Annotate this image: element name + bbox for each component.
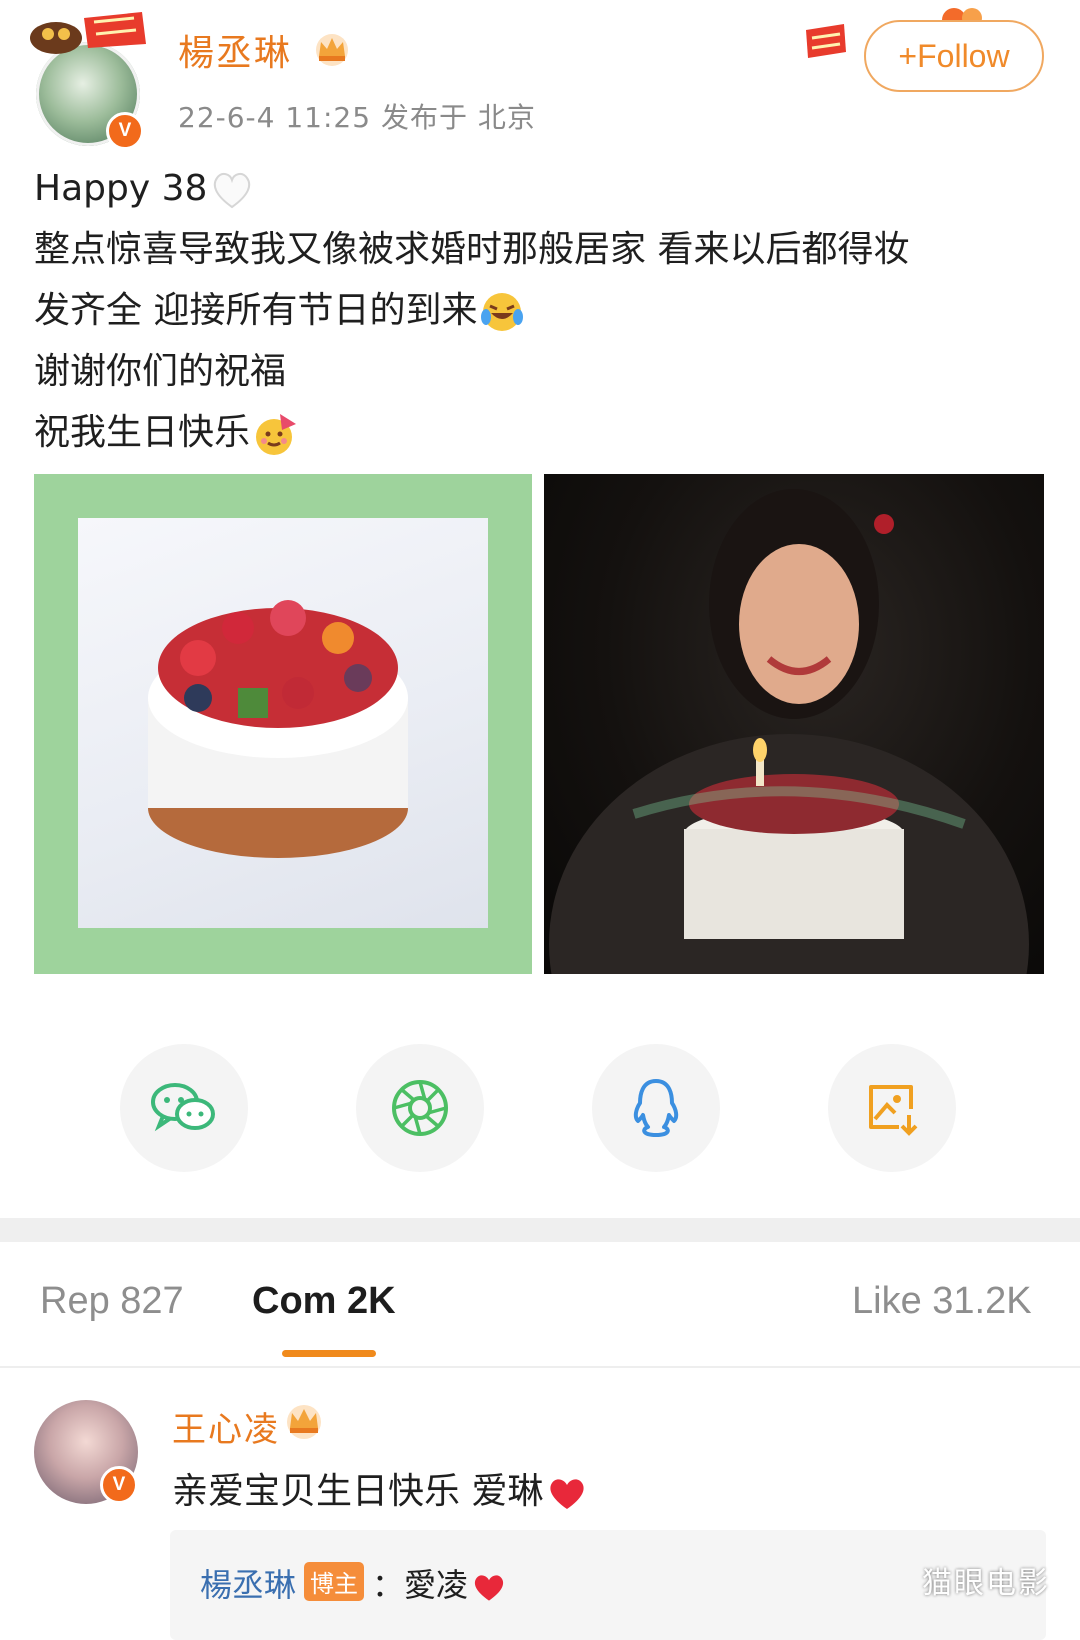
post-text: Happy 38 整点惊喜导致我又像被求婚时那般居家 看来以后都得妆 发齐全 迎… xyxy=(34,158,1054,463)
verified-badge: V xyxy=(100,1466,138,1504)
share-moments-button[interactable] xyxy=(356,1044,484,1172)
post-image-portrait[interactable] xyxy=(544,474,1044,974)
avatar-frame-decoration-icon xyxy=(30,12,146,54)
post-image-cake[interactable] xyxy=(34,474,532,974)
tab-comment[interactable]: Com 2K xyxy=(252,1280,396,1323)
reply-text: 愛凌 xyxy=(404,1566,469,1604)
commenter-avatar[interactable]: V xyxy=(34,1400,138,1504)
red-heart-icon xyxy=(474,1575,504,1601)
cake-illustration-icon xyxy=(148,600,408,858)
comment-text: 亲爱宝贝生日快乐 爱琳 xyxy=(172,1462,589,1514)
white-heart-icon xyxy=(214,172,251,209)
reply-author-name[interactable]: 楊丞琳 xyxy=(200,1566,296,1604)
reply-preview[interactable]: 楊丞琳 博主 ：愛凌 xyxy=(170,1530,1046,1640)
post-line-1: Happy 38 xyxy=(34,158,1054,219)
share-wechat-button[interactable] xyxy=(120,1044,248,1172)
tab-like[interactable]: Like 31.2K xyxy=(852,1280,1032,1323)
moments-icon xyxy=(392,1080,448,1136)
share-qq-button[interactable] xyxy=(592,1044,720,1172)
tab-active-indicator xyxy=(282,1350,376,1357)
follow-button[interactable]: +Follow xyxy=(864,20,1044,92)
reply-line: 楊丞琳 博主 ：愛凌 xyxy=(200,1560,508,1606)
tabs-divider xyxy=(0,1366,1080,1368)
watermark: 猫眼电影 xyxy=(922,1566,1050,1601)
save-image-icon xyxy=(869,1085,918,1136)
birthday-photo-illustration-icon xyxy=(549,489,1029,974)
op-badge: 博主 xyxy=(304,1562,365,1601)
post-line-2: 整点惊喜导致我又像被求婚时那般居家 看来以后都得妆 xyxy=(34,229,910,270)
red-heart-icon xyxy=(550,1479,585,1509)
reply-separator: ： xyxy=(372,1566,405,1604)
post-line-5: 祝我生日快乐 xyxy=(34,402,1054,463)
commenter-name[interactable]: 王心凌 xyxy=(172,1402,280,1451)
section-divider xyxy=(0,1218,1080,1242)
author-name[interactable]: 楊丞琳 xyxy=(178,24,292,76)
post-line-4: 谢谢你们的祝福 xyxy=(34,351,287,392)
verified-badge: V xyxy=(106,112,144,150)
qq-icon xyxy=(633,1079,679,1137)
laughing-tears-icon xyxy=(481,293,524,331)
wechat-icon xyxy=(151,1083,215,1132)
post-line-3: 发齐全 迎接所有节日的到来 xyxy=(34,280,1054,341)
crown-icon xyxy=(316,34,348,66)
party-face-icon xyxy=(256,414,297,455)
cake-photo xyxy=(78,518,488,928)
tab-repost[interactable]: Rep 827 xyxy=(40,1280,184,1323)
save-image-button[interactable] xyxy=(828,1044,956,1172)
post-meta: 22-6-4 11:25 发布于 北京 xyxy=(178,101,536,134)
crown-icon xyxy=(287,1405,321,1439)
